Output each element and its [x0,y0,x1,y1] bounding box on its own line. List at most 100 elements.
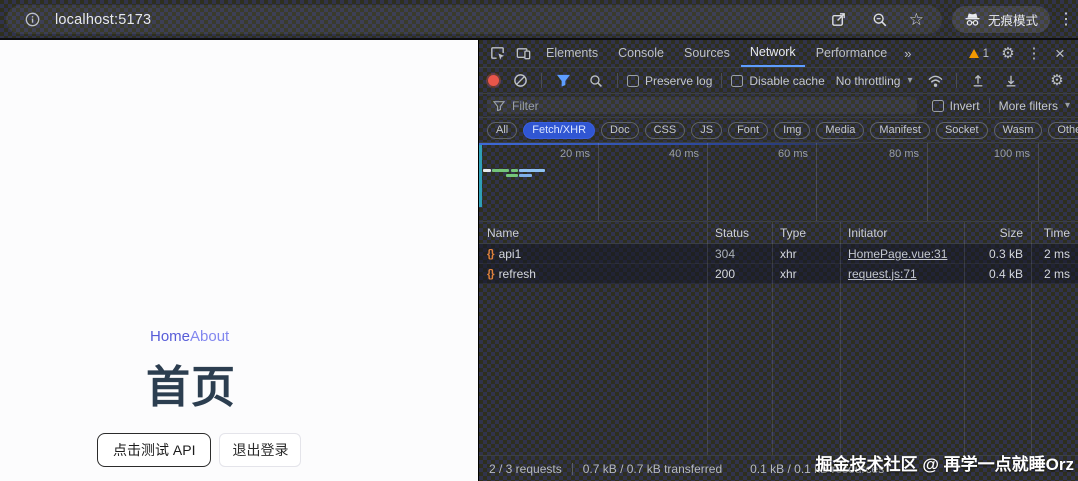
column-divider[interactable] [964,222,965,455]
tab-console[interactable]: Console [609,40,673,67]
devtools-tab-bar: Elements Console Sources Network Perform… [479,40,1078,68]
initiator-link[interactable]: HomePage.vue:31 [848,247,947,261]
zoom-search-icon[interactable] [868,8,892,32]
clear-network-log-icon[interactable] [508,69,532,93]
more-filters-button[interactable]: More filters ▾ [999,99,1070,113]
pill-doc[interactable]: Doc [601,122,639,139]
table-row[interactable]: {} refresh 200 xhr request.js:71 0.4 kB … [479,264,1078,284]
test-api-button[interactable]: 点击测试 API [97,433,211,467]
preserve-log-option[interactable]: Preserve log [627,74,712,88]
table-row[interactable]: {} api1 304 xhr HomePage.vue:31 0.3 kB 2… [479,244,1078,264]
invert-filter-option[interactable]: Invert [932,99,980,113]
waterfall-bar [511,169,518,172]
script-braces-icon: {} [487,268,494,280]
column-header-time[interactable]: Time [1031,226,1078,240]
inspect-element-icon[interactable] [485,42,509,66]
disable-cache-option[interactable]: Disable cache [731,74,824,88]
address-bar[interactable]: localhost:5173 ☆ [6,5,942,34]
chevron-down-icon: ▾ [907,76,912,86]
request-type: xhr [772,267,840,281]
request-size: 0.3 kB [964,247,1031,261]
toolbar-divider [956,73,957,88]
request-type-filters: All Fetch/XHR Doc CSS JS Font Img Media … [479,118,1078,142]
timeline-tick: 60 ms [746,148,808,160]
network-settings-icon[interactable]: ⚙ [1045,69,1069,93]
page-buttons: 点击测试 API 退出登录 [97,433,301,467]
overview-selection-line [479,143,871,145]
chevron-down-icon: ▾ [1065,101,1070,111]
timeline-tick: 40 ms [637,148,699,160]
devtools-menu-icon[interactable]: ⋮ [1022,42,1046,66]
waterfall-bar [483,169,491,172]
share-icon[interactable] [827,8,851,32]
tab-sources[interactable]: Sources [675,40,739,67]
preserve-log-checkbox[interactable] [627,75,639,87]
timeline-gridline [598,143,599,221]
column-header-initiator[interactable]: Initiator [840,226,964,240]
tab-performance[interactable]: Performance [807,40,897,67]
waterfall-bar [492,169,509,172]
overview-left-marker [479,145,482,207]
disable-cache-checkbox[interactable] [731,75,743,87]
pill-other[interactable]: Other [1048,122,1078,139]
more-filters-label: More filters [999,99,1058,113]
pill-fetch-xhr[interactable]: Fetch/XHR [523,122,595,139]
record-network-log-icon[interactable] [488,75,499,86]
column-header-status[interactable]: Status [707,226,772,240]
pill-css[interactable]: CSS [645,122,686,139]
tab-network[interactable]: Network [741,40,805,67]
invert-checkbox[interactable] [932,100,944,112]
filter-toggle-icon[interactable] [551,69,575,93]
incognito-icon [964,12,981,27]
devtools-close-icon[interactable]: × [1048,42,1072,66]
pill-js[interactable]: JS [691,122,722,139]
pill-all[interactable]: All [487,122,517,139]
pill-font[interactable]: Font [728,122,768,139]
export-har-icon[interactable] [999,69,1023,93]
script-braces-icon: {} [487,248,494,260]
bookmark-star-icon[interactable]: ☆ [909,11,924,28]
pill-manifest[interactable]: Manifest [870,122,930,139]
page-title: 首页 [146,366,236,410]
omnibox-actions: ☆ [827,8,924,32]
request-name: api1 [499,247,522,261]
network-conditions-icon[interactable] [923,69,947,93]
devtools-panel: Elements Console Sources Network Perform… [478,40,1078,481]
requests-summary: 2 / 3 requests [489,462,562,476]
column-divider[interactable] [1031,222,1032,455]
timeline-tick: 20 ms [528,148,590,160]
timeline-gridline [1038,143,1039,221]
search-network-icon[interactable] [584,69,608,93]
pill-wasm[interactable]: Wasm [994,122,1043,139]
site-info-icon[interactable] [20,8,44,32]
column-divider[interactable] [840,222,841,455]
column-header-type[interactable]: Type [772,226,840,240]
column-divider[interactable] [772,222,773,455]
pill-media[interactable]: Media [816,122,864,139]
browser-menu-icon[interactable]: ⋮ [1058,9,1074,31]
timeline-gridline [707,143,708,221]
pill-img[interactable]: Img [774,122,810,139]
throttling-select[interactable]: No throttling ▾ [834,74,915,88]
browser-window: localhost:5173 ☆ [0,0,1078,481]
device-toolbar-icon[interactable] [511,42,535,66]
devtools-settings-icon[interactable]: ⚙ [996,42,1020,66]
pill-socket[interactable]: Socket [936,122,988,139]
transferred-summary: 0.7 kB / 0.7 kB transferred [583,462,722,476]
filter-input[interactable]: Filter [487,97,917,114]
initiator-link[interactable]: request.js:71 [848,267,917,281]
column-header-name[interactable]: Name [479,226,707,240]
error-warning-badge[interactable]: 1 [964,48,994,60]
network-overview-timeline[interactable]: 20 ms 40 ms 60 ms 80 ms 100 ms [479,142,1078,222]
column-header-size[interactable]: Size [964,226,1031,240]
logout-button[interactable]: 退出登录 [219,433,301,467]
tab-elements[interactable]: Elements [537,40,607,67]
more-tabs-icon[interactable]: » [898,46,917,61]
nav-link-home[interactable]: Home [150,328,190,345]
import-har-icon[interactable] [966,69,990,93]
nav-link-about[interactable]: About [190,328,229,345]
column-divider[interactable] [707,222,708,455]
preserve-log-label: Preserve log [645,74,712,88]
table-header-row: Name Status Type Initiator Size Time [479,222,1078,244]
toolbar-divider [617,73,618,88]
